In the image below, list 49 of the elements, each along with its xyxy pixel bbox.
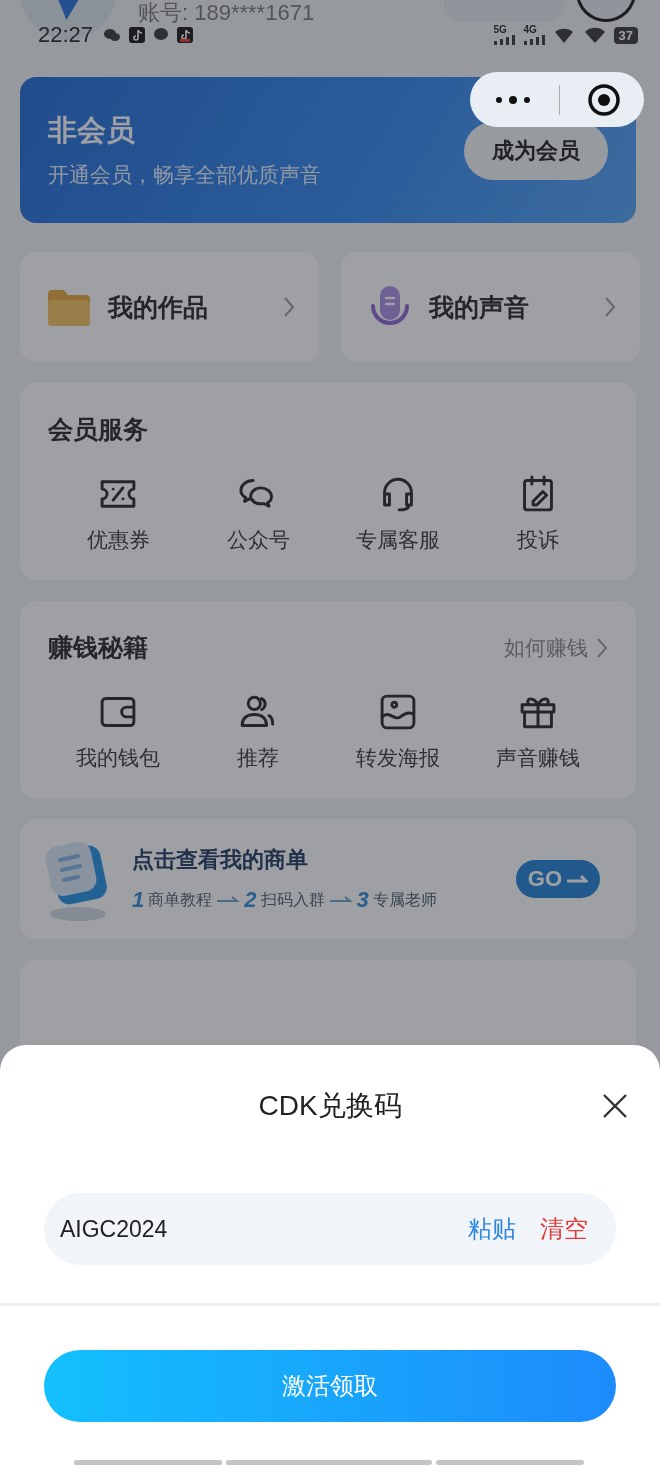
network-type: 5G [493,25,507,35]
speech-bubble-icon [153,28,170,42]
chat-bubbles-icon [103,28,122,42]
wifi-icon [553,26,576,44]
network-type: 4G [523,25,537,35]
service-label[interactable]: 专属客服 [356,526,440,554]
chevron-right-icon [283,296,295,318]
close-icon[interactable] [602,1093,628,1119]
signal-icon [523,35,546,45]
signal-icon [493,35,516,45]
step-number: 2 [244,887,257,913]
step-label: 扫码入群 [260,889,325,910]
step-number: 1 [132,887,145,913]
service-label[interactable]: 推荐 [237,744,279,772]
step-label: 商单教程 [148,889,213,910]
activate-button[interactable]: 激活领取 [44,1350,616,1422]
become-member-button[interactable]: 成为会员 [464,122,608,180]
chevron-right-icon [604,296,616,318]
clear-link[interactable]: 清空 [540,1213,588,1245]
quick-link-card[interactable]: 我的作品 [20,252,319,362]
quick-link-label: 我的作品 [108,291,209,323]
music-note-icon [177,27,194,43]
quick-link-card[interactable]: 我的声音 [341,252,640,362]
promo-title: 点击查看我的商单 [132,846,309,874]
membership-subtitle: 开通会员，畅享全部优质声音 [48,162,322,188]
battery-level: 37 [613,26,638,44]
promo-banner[interactable]: 点击查看我的商单 1 商单教程 2 扫码入群 3 专属老师 GO [20,819,636,939]
step-number: 3 [356,887,369,913]
paste-link[interactable]: 粘贴 [468,1213,516,1245]
service-label[interactable]: 声音赚钱 [496,744,580,772]
music-note-icon [129,27,146,43]
code-input-field[interactable]: AIGC2024 粘贴 清空 [44,1193,616,1265]
service-label[interactable]: 公众号 [226,526,290,554]
go-button[interactable]: GO [515,860,600,898]
step-label: 专属老师 [372,889,437,910]
service-label[interactable]: 优惠券 [86,526,150,554]
dialog-title: CDK兑换码 [258,1089,402,1123]
wifi-icon [583,26,606,44]
service-label[interactable]: 投诉 [517,526,559,554]
service-label[interactable]: 我的钱包 [76,744,160,772]
status-time: 22:27 [38,22,94,48]
service-label[interactable]: 转发海报 [356,744,440,772]
chevron-right-icon [596,636,608,659]
section-title: 会员服务 [48,414,149,445]
quick-link-label: 我的声音 [429,291,530,323]
section-title: 赚钱秘籍 [48,632,149,663]
account-number: 账号: 189****1671 [138,2,315,24]
membership-status: 非会员 [48,113,136,148]
close-target-icon[interactable] [586,82,621,117]
